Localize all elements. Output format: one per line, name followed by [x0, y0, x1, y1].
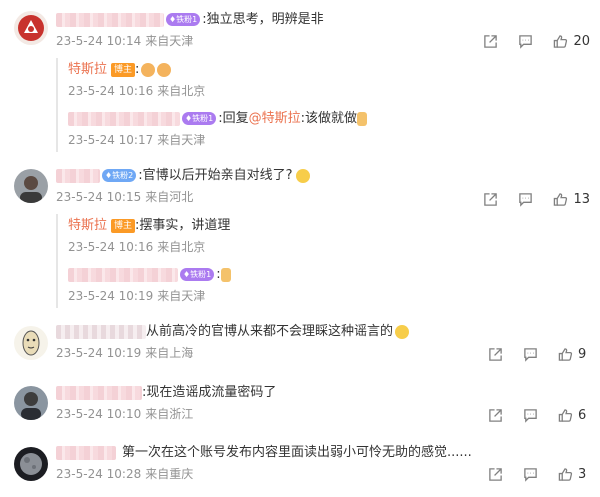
- username-blurred[interactable]: [68, 267, 178, 282]
- like-count: 3: [578, 466, 587, 482]
- reply-text: :摆事实，讲道理: [135, 218, 231, 233]
- blogger-badge: 博主: [111, 218, 136, 233]
- username-blurred[interactable]: [56, 385, 142, 400]
- username-blurred[interactable]: [56, 12, 164, 27]
- share-icon[interactable]: [486, 406, 504, 424]
- comment-location: 来自重庆: [145, 467, 194, 481]
- reply-text: :: [216, 267, 221, 282]
- comment-actions: 6: [469, 406, 590, 424]
- fan-badge[interactable]: ♦铁粉2: [102, 169, 137, 182]
- comment-text: 从前高冷的官博从来都不会理睬这种谣言的: [146, 324, 394, 339]
- like-count: 9: [578, 346, 587, 362]
- thumbs-up-emoji-icon: [220, 267, 231, 282]
- comment-icon[interactable]: [516, 32, 534, 50]
- like-count: 13: [573, 191, 590, 207]
- avatar[interactable]: [14, 326, 48, 360]
- comment-icon[interactable]: [516, 190, 534, 208]
- share-icon[interactable]: [486, 465, 504, 483]
- reply-list: 特斯拉 博主:摆事实，讲道理 23-5-24 10:16 来自北京 ♦铁粉1: 23…: [56, 214, 592, 308]
- reply-meta: 23-5-24 10:19 来自天津: [68, 287, 592, 305]
- username-blurred[interactable]: [56, 168, 100, 183]
- reply-meta: 23-5-24 10:16 来自北京: [68, 82, 592, 100]
- reply-meta: 23-5-24 10:16 来自北京: [68, 238, 592, 256]
- reply-location: 来自天津: [157, 289, 206, 303]
- reply-time: 23-5-24 10:16: [68, 84, 154, 98]
- comment-actions: 9: [469, 345, 590, 363]
- like-count: 20: [573, 33, 590, 49]
- comment-time: 23-5-24 10:28: [56, 467, 142, 481]
- cat-emoji-icon: [395, 324, 410, 339]
- comment-time: 23-5-24 10:15: [56, 190, 142, 204]
- comment-icon[interactable]: [521, 345, 539, 363]
- reply-time: 23-5-24 10:17: [68, 133, 154, 147]
- comment-time: 23-5-24 10:14: [56, 34, 142, 48]
- reply-prefix: :回复: [218, 111, 249, 126]
- share-icon[interactable]: [481, 32, 499, 50]
- blogger-badge: 博主: [111, 62, 136, 77]
- comment-actions: 20: [464, 32, 590, 50]
- share-icon[interactable]: [481, 190, 499, 208]
- username-blurred[interactable]: [56, 324, 146, 339]
- comment-time: 23-5-24 10:10: [56, 407, 142, 421]
- reply-item: ♦铁粉1:回复@特斯拉:该做就做 23-5-24 10:17 来自天津: [68, 109, 592, 149]
- comment-actions: 3: [469, 465, 590, 483]
- reply-time: 23-5-24 10:19: [68, 289, 154, 303]
- comment-location: 来自天津: [145, 34, 194, 48]
- comment-icon[interactable]: [521, 465, 539, 483]
- fist-emoji-icon: [157, 62, 172, 77]
- comment-actions: 13: [464, 190, 590, 208]
- comment-location: 来自上海: [145, 346, 194, 360]
- reply-text: :: [135, 62, 140, 77]
- avatar[interactable]: [14, 11, 48, 45]
- comment-icon[interactable]: [521, 406, 539, 424]
- comment-location: 来自河北: [145, 190, 194, 204]
- reply-list: 特斯拉 博主: 23-5-24 10:16 来自北京 ♦铁粉1:回复@特斯拉:该做就…: [56, 58, 592, 152]
- like-icon[interactable]: [551, 190, 569, 208]
- reply-item: ♦铁粉1: 23-5-24 10:19 来自天津: [68, 265, 592, 305]
- fan-badge[interactable]: ♦铁粉1: [166, 13, 201, 26]
- reply-text: :该做就做: [300, 111, 358, 126]
- like-icon[interactable]: [551, 32, 569, 50]
- like-icon[interactable]: [556, 465, 574, 483]
- share-icon[interactable]: [486, 345, 504, 363]
- fist-emoji-icon: [141, 62, 156, 77]
- comment-text: :现在造谣成流量密码了: [142, 385, 277, 400]
- avatar[interactable]: [14, 169, 48, 203]
- username-blurred[interactable]: [68, 111, 180, 126]
- reply-author[interactable]: 特斯拉: [68, 62, 107, 77]
- reply-author[interactable]: 特斯拉: [68, 218, 107, 233]
- like-icon[interactable]: [556, 406, 574, 424]
- avatar[interactable]: [14, 447, 48, 481]
- laugh-emoji-icon: [295, 168, 310, 183]
- avatar[interactable]: [14, 386, 48, 420]
- reply-location: 来自天津: [157, 133, 206, 147]
- like-icon[interactable]: [556, 345, 574, 363]
- fan-badge[interactable]: ♦铁粉1: [182, 112, 217, 125]
- reply-item: 特斯拉 博主: 23-5-24 10:16 来自北京: [68, 60, 592, 100]
- reply-location: 来自北京: [157, 84, 206, 98]
- fan-badge[interactable]: ♦铁粉1: [180, 268, 215, 281]
- comment-text: :官博以后开始亲自对线了?: [138, 168, 293, 183]
- reply-location: 来自北京: [157, 240, 206, 254]
- comment-location: 来自浙江: [145, 407, 194, 421]
- reply-time: 23-5-24 10:16: [68, 240, 154, 254]
- username-blurred[interactable]: [56, 445, 116, 460]
- comment-text: :独立思考，明辨是非: [202, 12, 324, 27]
- thumbs-up-emoji-icon: [357, 111, 368, 126]
- reply-meta: 23-5-24 10:17 来自天津: [68, 131, 592, 149]
- reply-item: 特斯拉 博主:摆事实，讲道理 23-5-24 10:16 来自北京: [68, 216, 592, 256]
- mention-link[interactable]: @特斯拉: [249, 111, 301, 126]
- like-count: 6: [578, 407, 587, 423]
- comment-time: 23-5-24 10:19: [56, 346, 142, 360]
- comment-text: 第一次在这个账号发布内容里面读出弱小可怜无助的感觉......: [122, 445, 472, 460]
